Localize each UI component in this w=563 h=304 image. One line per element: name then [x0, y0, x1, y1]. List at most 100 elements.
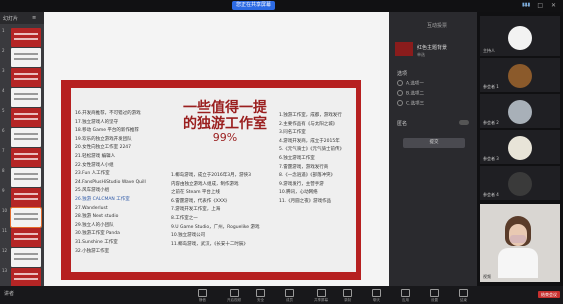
toolbar-button[interactable]: 成员	[285, 289, 294, 303]
slide-thumbnail[interactable]: 11	[2, 228, 41, 247]
thumbnail-text-line	[14, 198, 38, 200]
toolbar-button-label: 共享屏幕	[314, 298, 328, 302]
thumbnail-text-line	[14, 93, 38, 95]
toolbar-button[interactable]: 设置	[430, 289, 439, 303]
slide-text-line: 5.《元气骑士》《元气骑士前传》	[279, 147, 345, 153]
slide-thumbnail[interactable]: 3	[2, 68, 41, 87]
sharing-indicator[interactable]: 您正在共享屏幕	[232, 1, 276, 10]
participant-name: 主持人	[483, 48, 495, 53]
slide-text-line: 22.女性游戏人小组	[75, 162, 114, 168]
anonymous-toggle[interactable]	[459, 120, 469, 125]
toolbar-button[interactable]: 开启视频	[227, 289, 241, 303]
thumbnail-text-line	[14, 138, 38, 140]
slide-thumbnail[interactable]: 13	[2, 268, 41, 287]
panel-menu-icon[interactable]: ≡	[32, 15, 36, 21]
avatar	[508, 136, 532, 160]
toolbar-icon	[256, 289, 265, 297]
toolbar-button[interactable]: 聊天	[372, 289, 381, 303]
thumbnail-text-line	[14, 273, 38, 275]
participant-gallery: 主持人 参会者 1 参会者 2 参会者 3 参会者 4 视频	[477, 12, 563, 286]
slide-thumbnail[interactable]: 4	[2, 88, 41, 107]
participant-tile[interactable]: 参会者 3	[480, 130, 560, 164]
poll-option-1[interactable]: A.选项一	[397, 80, 424, 87]
poll-option-label: C.选项三	[406, 101, 425, 107]
participant-name: 视频	[483, 274, 491, 279]
slide-thumbnail-number: 9	[2, 188, 5, 193]
thumbnail-text-line	[14, 58, 38, 60]
slide-thumbnail[interactable]: 6	[2, 128, 41, 147]
slide-text-line: 6.雷霆游戏，代表作《XXX》	[171, 198, 230, 204]
thumbnail-text-line	[14, 38, 38, 40]
slide-thumbnail-number: 8	[2, 168, 5, 173]
slide-thumbnail-number: 4	[2, 88, 5, 93]
toolbar-button[interactable]: 静音	[198, 289, 207, 303]
slide-text-line: 9.U Game Studio，广州，Roguelike 游戏	[171, 224, 260, 230]
slide-text-line: 32.小独游工作室	[75, 248, 110, 254]
poll-option-2[interactable]: B.选项二	[397, 90, 424, 97]
window-controls[interactable]: — □ ✕	[523, 2, 559, 9]
slide-thumbnail[interactable]: 9	[2, 188, 41, 207]
toolbar-button-label: 成员	[286, 298, 293, 302]
toolbar-icon	[430, 289, 439, 297]
toolbar-button[interactable]: 结束	[459, 289, 468, 303]
slide-text-line: 10.独立游戏公司	[171, 233, 206, 239]
slide-thumbnail[interactable]: 2	[2, 48, 41, 67]
toolbar-icon	[198, 289, 207, 297]
slide-right-column: 1.独游工作室，成都，游戏发行 2.主要作品有《与太阳之城》 3.同名工作室 4.游戏…	[279, 112, 357, 207]
slide-text-line: 10.腾讯，心动网络	[279, 190, 318, 196]
toolbar-icon	[459, 289, 468, 297]
slide-mid-column: 1.椰岛游戏，成立于2016年3月，游侠3 内容由独立游戏人组成，制作游戏 之前在 …	[171, 172, 275, 249]
slide-text-line: 30.独游工作室 Panda	[75, 231, 120, 237]
thumbnail-text-line	[14, 113, 38, 115]
participant-name: 参会者 2	[483, 120, 499, 125]
toolbar-button[interactable]: 录制	[343, 289, 352, 303]
thumbnail-text-line	[14, 218, 38, 220]
slide-text-line: 之前在 Steam 平台上线	[171, 190, 220, 196]
thumbnail-text-line	[14, 118, 38, 120]
toolbar-button-label: 设置	[431, 298, 438, 302]
slide-text-line: 1.椰岛游戏，成立于2016年3月，游侠3	[171, 173, 251, 178]
speaker-label: 讲者	[4, 291, 15, 297]
slide-title-line1: 一些值得一提	[183, 100, 267, 116]
toolbar-button[interactable]: 应用	[401, 289, 410, 303]
slide-text-line: 17.独立游戏人的坚守	[75, 119, 119, 125]
poll-thumbnail[interactable]	[395, 42, 413, 56]
panel-header: 互动投票	[427, 23, 448, 29]
thumbnail-text-line	[14, 278, 38, 280]
slide-thumbnail[interactable]: 1	[2, 28, 41, 47]
participant-tile[interactable]: 参会者 1	[480, 58, 560, 92]
slide-thumbnail-number: 11	[2, 228, 8, 233]
slide-text-line: 31.Sunshine 工作室	[75, 239, 118, 245]
slide-thumbnail[interactable]: 12	[2, 248, 41, 267]
thumbnail-text-line	[14, 133, 38, 135]
slide-thumbnail[interactable]: 8	[2, 168, 41, 187]
toolbar-button-label: 录制	[344, 298, 351, 302]
slide-title-box: 一些值得一提 的独游工作室 99%	[171, 100, 279, 164]
toolbar-button-label: 静音	[199, 298, 206, 302]
slide-panel-toolbar: 幻灯片 ≡	[0, 12, 44, 24]
participant-video-tile[interactable]: 视频	[480, 204, 560, 282]
thumbnail-text-line	[14, 73, 38, 75]
submit-button[interactable]: 提交	[403, 138, 465, 148]
thumbnail-text-line	[14, 78, 38, 80]
slide-text-line: 20.女性向独立工作室 2247	[75, 145, 132, 151]
toolbar-button[interactable]: 安全	[256, 289, 265, 303]
poll-option-3[interactable]: C.选项三	[397, 100, 424, 107]
thumbnail-text-line	[14, 153, 38, 155]
slide-thumbnail[interactable]: 5	[2, 108, 41, 127]
participant-mask	[510, 235, 526, 243]
slide-thumbnail[interactable]: 10	[2, 207, 42, 228]
toolbar-button[interactable]: 共享屏幕	[314, 289, 328, 303]
slide-text-line: 11.椰岛游戏，武汉，《长安十二时辰》	[171, 241, 248, 247]
thumbnail-text-line	[14, 98, 38, 100]
slide-thumbnail-list[interactable]: 1 2 3 4 5 6 7 8 9 10 11 12 13	[0, 24, 44, 287]
participant-tile[interactable]: 参会者 4	[480, 166, 560, 200]
slide-text-line: 19.欢乐的独立游戏开发团队	[75, 136, 132, 142]
poll-option-label: B.选项二	[406, 91, 425, 97]
participant-tile[interactable]: 参会者 2	[480, 94, 560, 128]
participant-tile[interactable]: 主持人	[480, 16, 560, 56]
slide-text-line: 2.主要作品有《与太阳之城》	[279, 121, 338, 127]
slide-text-line: 25.风车游戏小组	[75, 188, 110, 194]
slide-thumbnail[interactable]: 7	[2, 148, 41, 167]
end-meeting-button[interactable]: 结束会议	[538, 291, 560, 298]
